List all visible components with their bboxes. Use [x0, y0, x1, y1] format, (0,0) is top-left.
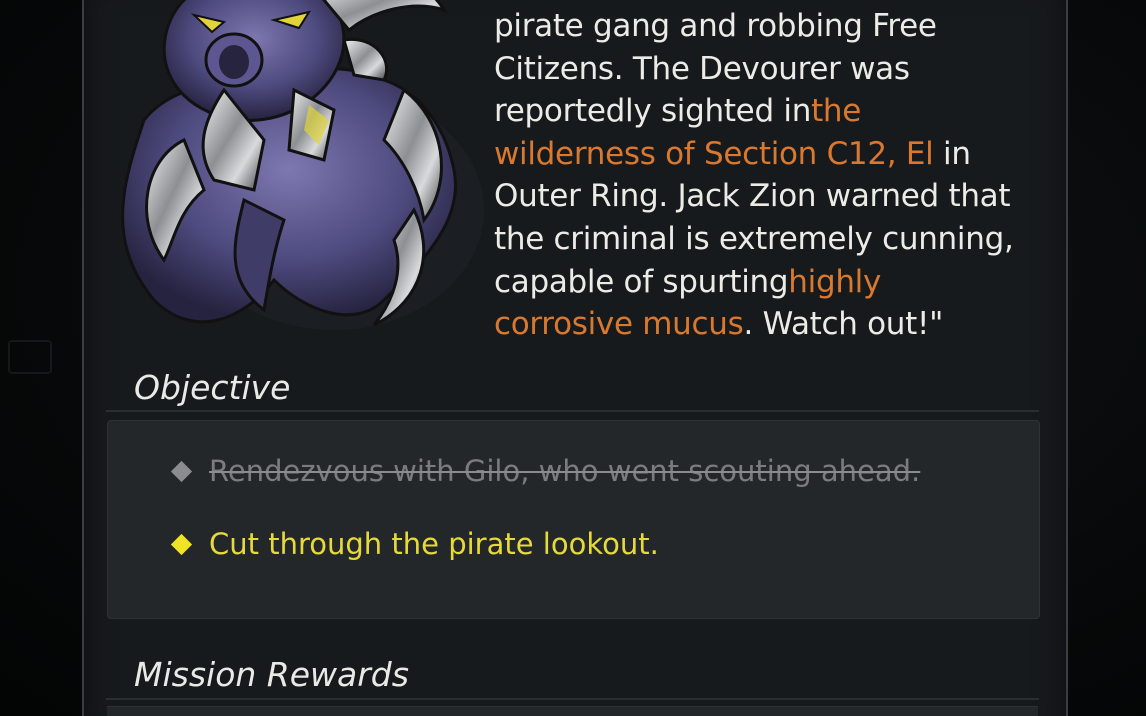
game-screen: pirate gang and robbing Free Citizens. T… [0, 0, 1146, 716]
desc-line-4-suffix: in [933, 135, 971, 172]
objective-text: Cut through the pirate lookout. [209, 527, 659, 561]
desc-line-2: Citizens. The Devourer was [494, 50, 910, 87]
location-highlight-part1: the [811, 93, 862, 130]
desc-line-3: reportedly sighted in [494, 93, 812, 130]
objective-text: Rendezvous with Gilo, who went scouting … [209, 454, 921, 488]
devourer-creature-portrait [121, 0, 484, 330]
rewards-box [107, 706, 1038, 716]
rewards-divider [106, 698, 1039, 700]
desc-line-1: pirate gang and robbing Free [494, 8, 937, 44]
objective-item-active: Cut through the pirate lookout. [170, 527, 659, 561]
hazard-highlight-part2: corrosive mucus [494, 306, 744, 343]
side-menu-icon[interactable] [8, 340, 52, 374]
diamond-icon [170, 460, 193, 482]
objective-title: Objective [134, 368, 291, 407]
desc-line-8-suffix: . Watch out!" [743, 306, 944, 343]
mission-rewards-title: Mission Rewards [134, 655, 409, 694]
hazard-highlight-part1: highly [788, 263, 882, 300]
objective-list: Rendezvous with Gilo, who went scouting … [107, 420, 1040, 619]
diamond-icon [170, 533, 193, 555]
mission-description: pirate gang and robbing Free Citizens. T… [494, 5, 1054, 346]
desc-line-5: Outer Ring. Jack Zion warned that [494, 178, 1011, 215]
objective-item-completed: Rendezvous with Gilo, who went scouting … [170, 454, 921, 488]
location-highlight-part2: wilderness of Section C12, El [494, 135, 934, 172]
desc-line-6: the criminal is extremely cunning, [494, 220, 1014, 257]
desc-line-7: capable of spurting [494, 263, 789, 300]
objective-divider [106, 410, 1039, 412]
